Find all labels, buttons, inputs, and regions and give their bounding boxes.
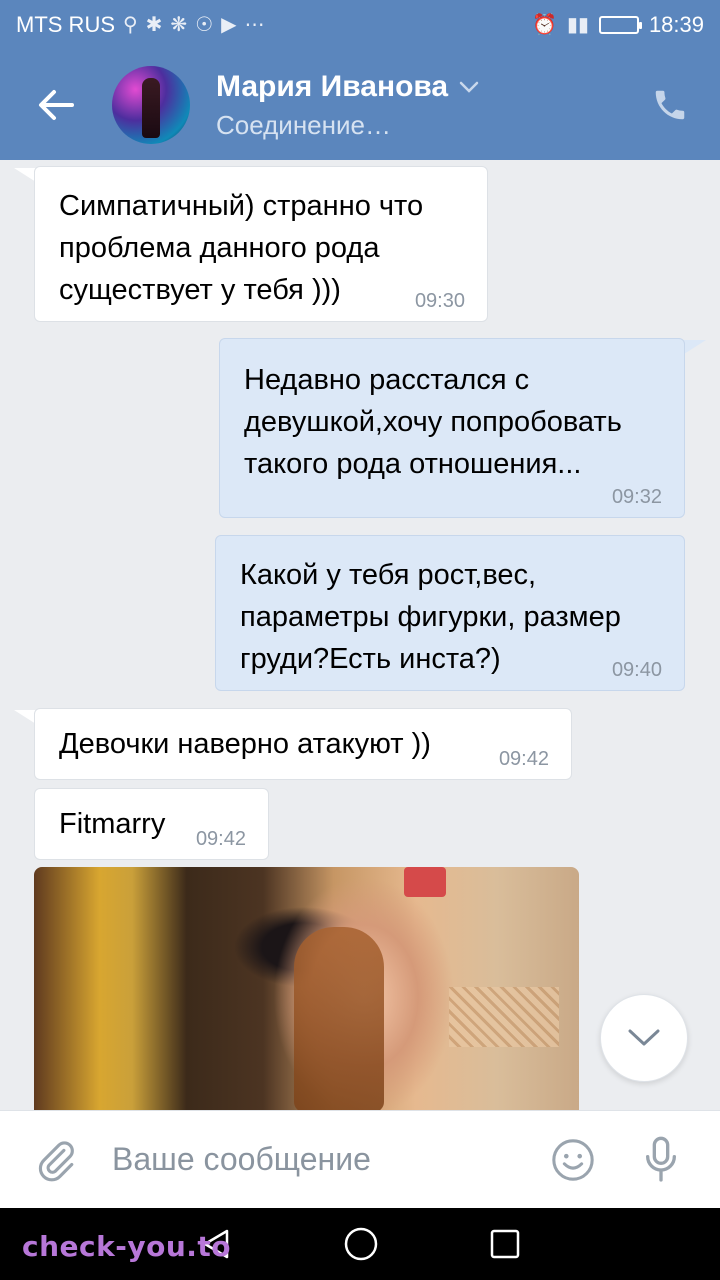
- watermark-text: check-you.to: [22, 1230, 232, 1263]
- microphone-icon: [646, 1136, 676, 1182]
- back-button[interactable]: [0, 50, 112, 160]
- emoji-icon: [552, 1138, 594, 1181]
- message-text-line: проблема данного рода: [59, 232, 380, 264]
- message-text-line: Недавно расстался с: [244, 364, 530, 396]
- message-bubble-outgoing[interactable]: Какой у тебя рост,вес, параметры фигурки…: [215, 535, 685, 691]
- message-text-line: параметры фигурки, размер: [240, 601, 621, 633]
- message-text-line: груди?Есть инста?): [240, 643, 501, 675]
- nav-recents-icon[interactable]: [489, 1228, 521, 1260]
- message-text-line: такого рода отношения...: [244, 448, 582, 480]
- avatar[interactable]: [112, 66, 190, 144]
- search-icon: ⚲: [123, 14, 138, 36]
- clock: 18:39: [648, 12, 704, 37]
- app-notification-icon: ✱: [145, 14, 163, 36]
- chevron-down-icon: [459, 81, 479, 93]
- back-arrow-icon: [39, 90, 74, 120]
- photo-attachment[interactable]: [34, 867, 579, 1110]
- message-list[interactable]: Симпатичный) странно что проблема данног…: [0, 160, 720, 1110]
- message-time: 09:30: [414, 290, 465, 312]
- battery-icon: [598, 16, 642, 34]
- message-time: 09:40: [611, 659, 662, 681]
- chat-header: Мария Иванова Соединение…: [0, 50, 720, 160]
- paperclip-icon: [38, 1140, 74, 1181]
- message-bubble-incoming[interactable]: Fitmarry 09:42: [34, 788, 269, 860]
- bubble-tail: [684, 340, 706, 354]
- more-dots-icon: ⋯: [244, 14, 265, 36]
- scroll-to-bottom-button[interactable]: [600, 994, 688, 1082]
- message-time: 09:42: [498, 748, 549, 770]
- scroll-down-icon: [628, 1029, 660, 1046]
- phone-icon: [655, 90, 685, 120]
- message-text-line: Симпатичный) странно что: [59, 190, 424, 222]
- youtube-icon: ▶: [221, 14, 237, 36]
- message-bubble-incoming[interactable]: Девочки наверно атакуют )) 09:42: [34, 708, 572, 780]
- message-text-line: девушкой,хочу попробовать: [244, 406, 622, 438]
- status-bar: MTS RUS ⚲ ✱ ❋ ☉ ▶ ⋯ ⏰ ▮▮ 18:39: [0, 0, 720, 50]
- carrier-label: MTS RUS: [16, 12, 115, 37]
- pinwheel-icon: ❋: [170, 14, 188, 36]
- message-bubble-outgoing[interactable]: Недавно расстался с девушкой,хочу попроб…: [219, 338, 685, 518]
- contact-status: Соединение…: [216, 109, 391, 140]
- message-text-line: Какой у тебя рост,вес,: [240, 559, 537, 591]
- message-text-line: существует у тебя ))): [59, 274, 341, 306]
- bubble-tail: [14, 168, 36, 182]
- signal-icon: ▮▮: [566, 14, 589, 36]
- message-bubble-incoming[interactable]: Симпатичный) странно что проблема данног…: [34, 166, 488, 322]
- alarm-icon: ⏰: [532, 14, 557, 36]
- contact-name: Мария Иванова: [216, 69, 449, 103]
- ok-icon: ☉: [195, 14, 214, 36]
- attach-button[interactable]: [0, 1137, 112, 1183]
- message-time: 09:42: [195, 828, 246, 850]
- voice-message-button[interactable]: [626, 1135, 696, 1185]
- message-time: 09:32: [611, 486, 662, 508]
- contact-title[interactable]: Мария Иванова Соединение…: [216, 70, 630, 141]
- message-composer: [0, 1110, 720, 1208]
- call-button[interactable]: [630, 86, 710, 124]
- bubble-tail: [14, 710, 36, 724]
- chat-screen: MTS RUS ⚲ ✱ ❋ ☉ ▶ ⋯ ⏰ ▮▮ 18:39 Мария Ива…: [0, 0, 720, 1280]
- nav-home-icon[interactable]: [343, 1226, 379, 1262]
- message-text-line: Девочки наверно атакуют )): [59, 728, 431, 760]
- emoji-button[interactable]: [538, 1137, 608, 1183]
- message-input[interactable]: [112, 1141, 538, 1178]
